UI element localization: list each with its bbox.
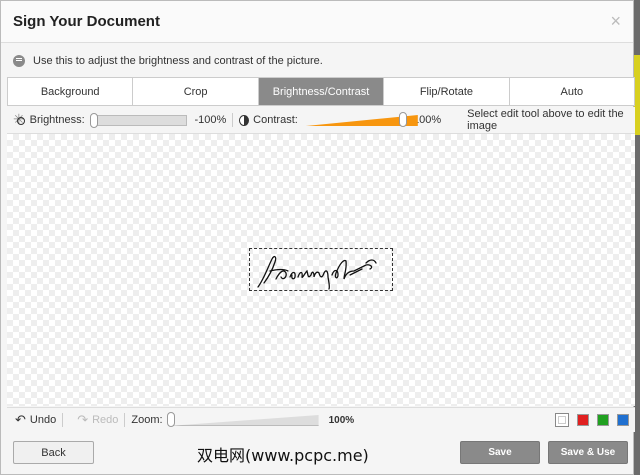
info-text: Use this to adjust the brightness and co… [33,54,323,67]
swatch-green[interactable] [597,414,609,426]
tab-auto[interactable]: Auto [509,78,635,105]
divider [124,413,126,427]
edit-hint: Select edit tool above to edit the image [467,108,624,132]
sign-document-dialog: Sign Your Document × Use this to adjust … [0,0,635,475]
tab-crop[interactable]: Crop [133,78,259,105]
adjust-toolbar: Brightness: -100% Contrast: 100% Select … [7,107,635,134]
tab-flip-rotate[interactable]: Flip/Rotate [384,78,510,105]
tab-background[interactable]: Background [8,78,134,105]
signature-image [257,255,377,290]
tab-brightness-contrast[interactable]: Brightness/Contrast [258,78,385,105]
watermark: 双电网(www.pcpc.me) [197,446,369,465]
sun-icon [13,111,25,128]
zoom-label: Zoom: [131,414,163,426]
brightness-slider-thumb[interactable] [89,112,98,128]
zoom-slider[interactable] [166,412,319,427]
contrast-label: Contrast: [253,114,298,126]
contrast-icon [239,114,250,126]
brightness-value: -100% [194,114,227,126]
redo-button[interactable]: Redo [92,414,118,426]
undo-icon[interactable]: ↶ [15,412,26,428]
bottom-toolbar: ↶ Undo ↷ Redo Zoom: 100% [7,407,635,432]
signature-selection[interactable] [249,248,393,291]
image-canvas[interactable] [7,134,635,406]
dialog-title: Sign Your Document [13,13,160,30]
save-button[interactable]: Save [460,441,540,464]
swatch-red[interactable] [577,414,589,426]
contrast-slider[interactable] [305,112,418,127]
close-icon[interactable]: × [610,12,621,30]
brightness-slider[interactable] [89,112,187,128]
swatch-blue[interactable] [617,414,629,426]
divider [62,413,64,427]
undo-button[interactable]: Undo [30,414,56,426]
edit-tabs: Background Crop Brightness/Contrast Flip… [7,77,635,106]
save-and-use-button[interactable]: Save & Use [548,441,628,464]
swatch-transparent[interactable] [555,413,569,427]
brightness-label: Brightness: [29,114,85,126]
zoom-slider-track [168,415,319,426]
divider [232,113,234,127]
chat-bubble-icon [13,54,25,67]
zoom-slider-thumb[interactable] [166,412,175,427]
background-swatches [555,413,629,427]
dialog-titlebar: Sign Your Document × [1,1,633,43]
contrast-slider-thumb[interactable] [398,112,407,127]
back-button[interactable]: Back [13,441,94,464]
zoom-value: 100% [328,414,355,426]
info-bar: Use this to adjust the brightness and co… [7,48,629,73]
redo-icon[interactable]: ↷ [77,412,88,428]
